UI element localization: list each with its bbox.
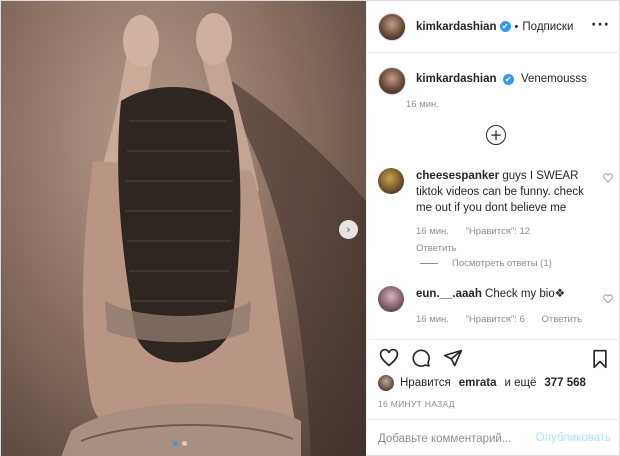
comment-time: 16 мин. <box>416 226 449 237</box>
verified-badge-icon: ✔ <box>502 74 514 85</box>
carousel-dot <box>182 441 187 446</box>
comment-body: cheesespanker guys I SWEAR tiktok videos… <box>416 168 601 257</box>
caption-body: kimkardashian ✔ Venemousss <box>416 73 587 85</box>
caption-avatar[interactable] <box>378 67 406 95</box>
post-dialog: › kimkardashian ✔ • Подписки ··· kimkard… <box>0 0 620 456</box>
view-replies-label: Посмотреть ответы (1) <box>452 258 552 269</box>
comment-item: cheesespanker guys I SWEAR tiktok videos… <box>378 168 613 257</box>
replies-divider <box>420 263 438 264</box>
commenter-avatar[interactable] <box>378 286 404 312</box>
liker-avatar[interactable] <box>378 375 394 391</box>
load-more-comments-button[interactable]: + <box>486 125 506 145</box>
comment-username[interactable]: cheesespanker <box>416 170 499 182</box>
caption-username[interactable]: kimkardashian <box>416 73 497 85</box>
save-bookmark-icon[interactable] <box>590 349 610 369</box>
like-comment-heart-icon[interactable] <box>603 294 613 304</box>
author-avatar[interactable] <box>378 12 406 41</box>
reply-button[interactable]: Ответить <box>416 241 601 257</box>
post-sidebar: kimkardashian ✔ • Подписки ··· kimkardas… <box>366 1 620 456</box>
post-caption: kimkardashian ✔ Venemousss <box>378 67 608 95</box>
action-bar <box>367 339 620 375</box>
following-button[interactable]: Подписки <box>522 21 573 33</box>
caption-time: 16 мин. <box>406 99 439 110</box>
comment-username[interactable]: eun.__.aaah <box>416 288 482 300</box>
author-username[interactable]: kimkardashian <box>416 21 497 33</box>
publish-button[interactable]: Опубликовать <box>536 432 611 444</box>
share-paper-plane-icon[interactable] <box>443 348 463 368</box>
commenter-avatar[interactable] <box>378 168 404 194</box>
likes-summary: Нравится emrata и ещё 377 568 <box>378 375 586 391</box>
carousel-dots <box>173 441 187 446</box>
likes-prefix: Нравится <box>400 377 451 389</box>
header-separator: • <box>514 20 519 33</box>
add-comment-bar: Опубликовать <box>367 419 620 456</box>
comment-item: eun.__.aaah Check my bio❖ 16 мин. "Нрави… <box>378 286 613 328</box>
carousel-dot-active <box>173 441 178 446</box>
post-photo[interactable]: › <box>1 1 366 456</box>
more-options-icon[interactable]: ··· <box>591 17 610 33</box>
comment-bubble-icon[interactable] <box>411 348 431 368</box>
comment-time: 16 мин. <box>416 314 449 325</box>
like-heart-icon[interactable] <box>379 348 399 368</box>
like-comment-heart-icon[interactable] <box>603 173 613 183</box>
comment-body: eun.__.aaah Check my bio❖ 16 мин. "Нрави… <box>416 286 601 328</box>
post-header: kimkardashian ✔ • Подписки ··· <box>367 1 620 53</box>
comment-meta: 16 мин. "Нравится": 6 Ответить <box>416 312 601 328</box>
comment-meta: 16 мин. "Нравится": 12 Ответить <box>416 224 601 257</box>
liker-username[interactable]: emrata <box>459 377 497 389</box>
caption-text: Venemousss <box>520 73 587 85</box>
comment-likes[interactable]: "Нравится": 12 <box>466 226 531 237</box>
comment-input[interactable] <box>378 432 538 445</box>
verified-badge-icon: ✔ <box>499 21 511 32</box>
posted-time: 16 МИНУТ НАЗАД <box>378 399 455 409</box>
likes-middle: и ещё <box>504 377 537 389</box>
photo-illustration <box>61 13 366 456</box>
next-slide-button[interactable]: › <box>339 220 358 239</box>
view-replies-button[interactable]: Посмотреть ответы (1) <box>420 258 552 269</box>
comment-likes[interactable]: "Нравится": 6 <box>466 314 525 325</box>
reply-button[interactable]: Ответить <box>541 314 582 325</box>
comment-text: Check my bio❖ <box>485 288 566 300</box>
likes-count[interactable]: 377 568 <box>544 377 586 389</box>
